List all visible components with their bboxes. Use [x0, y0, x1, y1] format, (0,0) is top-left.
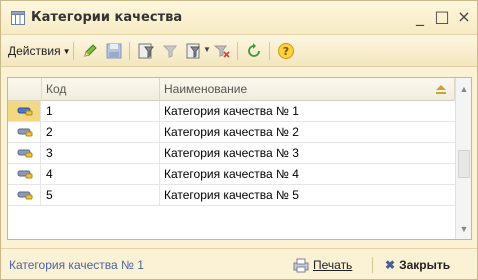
- marker-column-header: [8, 78, 42, 101]
- chevron-down-icon: ▼: [62, 47, 71, 56]
- vertical-scrollbar[interactable]: ▲ ▼: [455, 78, 471, 239]
- cell-code: 2: [42, 122, 160, 142]
- table-row[interactable]: 4 Категория качества № 4: [8, 164, 455, 185]
- table-icon: [11, 11, 25, 25]
- filter-disabled-icon[interactable]: [161, 42, 179, 60]
- title-bar: Категории качества _ □ ×: [1, 1, 477, 35]
- categories-table[interactable]: Код Наименование 1 Категория качества № …: [7, 77, 472, 240]
- column-header-code[interactable]: Код: [42, 78, 160, 101]
- close-icon: ✖: [385, 258, 396, 272]
- catalog-item-icon: [17, 128, 33, 137]
- toolbar-divider: [237, 42, 238, 60]
- status-divider: [372, 257, 373, 273]
- svg-text:?: ?: [283, 45, 289, 58]
- table-row[interactable]: 3 Категория качества № 3: [8, 143, 455, 164]
- catalog-window: Категории качества _ □ × Действия ▼ ▼ ? …: [0, 0, 478, 280]
- save-icon[interactable]: [105, 42, 123, 60]
- filter-dropdown-icon[interactable]: [185, 42, 203, 60]
- cell-name: Категория качества № 5: [164, 188, 299, 202]
- cell-name: Категория качества № 3: [164, 146, 299, 160]
- edit-icon[interactable]: [81, 42, 99, 60]
- cell-code: 3: [42, 143, 160, 163]
- row-marker: [8, 143, 41, 163]
- table-row[interactable]: 1 Категория качества № 1: [8, 101, 455, 122]
- scroll-down-icon[interactable]: ▼: [456, 221, 472, 237]
- toolbar-divider: [73, 42, 74, 60]
- close-button[interactable]: ✖ Закрыть: [385, 256, 450, 274]
- table-header: Код Наименование: [8, 78, 471, 101]
- minimize-button[interactable]: _: [411, 8, 429, 26]
- help-icon[interactable]: ?: [277, 42, 295, 60]
- row-marker: [8, 122, 41, 142]
- cell-name: Категория качества № 1: [160, 101, 455, 121]
- catalog-item-icon: [17, 191, 33, 200]
- row-marker: [8, 185, 41, 205]
- table-row[interactable]: 2 Категория качества № 2: [8, 122, 455, 143]
- print-button[interactable]: Печать: [293, 256, 352, 274]
- column-header-name[interactable]: Наименование: [160, 78, 455, 101]
- toolbar-divider: [129, 42, 130, 60]
- catalog-item-icon: [17, 149, 33, 158]
- chevron-down-icon[interactable]: ▼: [203, 45, 211, 54]
- print-icon: [293, 258, 309, 273]
- scrollbar-thumb[interactable]: [458, 150, 470, 178]
- cell-code: 5: [42, 185, 160, 205]
- toolbar-divider: [269, 42, 270, 60]
- print-label: Печать: [313, 258, 353, 272]
- maximize-button[interactable]: □: [433, 8, 451, 26]
- row-marker: [8, 101, 41, 121]
- row-marker: [8, 164, 41, 184]
- table-row[interactable]: 5 Категория качества № 5: [8, 185, 455, 206]
- cell-name: Категория качества № 4: [164, 167, 299, 181]
- scroll-up-icon[interactable]: ▲: [456, 81, 472, 97]
- clear-filter-icon[interactable]: [213, 42, 231, 60]
- window-title: Категории качества: [31, 10, 183, 25]
- catalog-item-icon: [17, 170, 33, 179]
- toolbar: Действия ▼ ▼ ?: [1, 35, 477, 67]
- status-bar: Категория качества № 1 Печать ✖ Закрыть: [1, 248, 477, 279]
- close-window-button[interactable]: ×: [455, 8, 473, 26]
- filter-icon[interactable]: [137, 42, 155, 60]
- current-item-text: Категория качества № 1: [9, 258, 144, 272]
- cell-code: 4: [42, 164, 160, 184]
- catalog-item-icon: [17, 107, 33, 116]
- cell-name: Категория качества № 2: [164, 125, 299, 139]
- actions-menu-label: Действия: [8, 44, 61, 58]
- column-header-name-label: Наименование: [164, 82, 248, 96]
- actions-menu-button[interactable]: Действия ▼: [5, 42, 74, 60]
- refresh-icon[interactable]: [245, 42, 263, 60]
- sort-ascending-icon: [436, 85, 446, 94]
- close-label: Закрыть: [399, 258, 451, 272]
- cell-code: 1: [42, 101, 160, 121]
